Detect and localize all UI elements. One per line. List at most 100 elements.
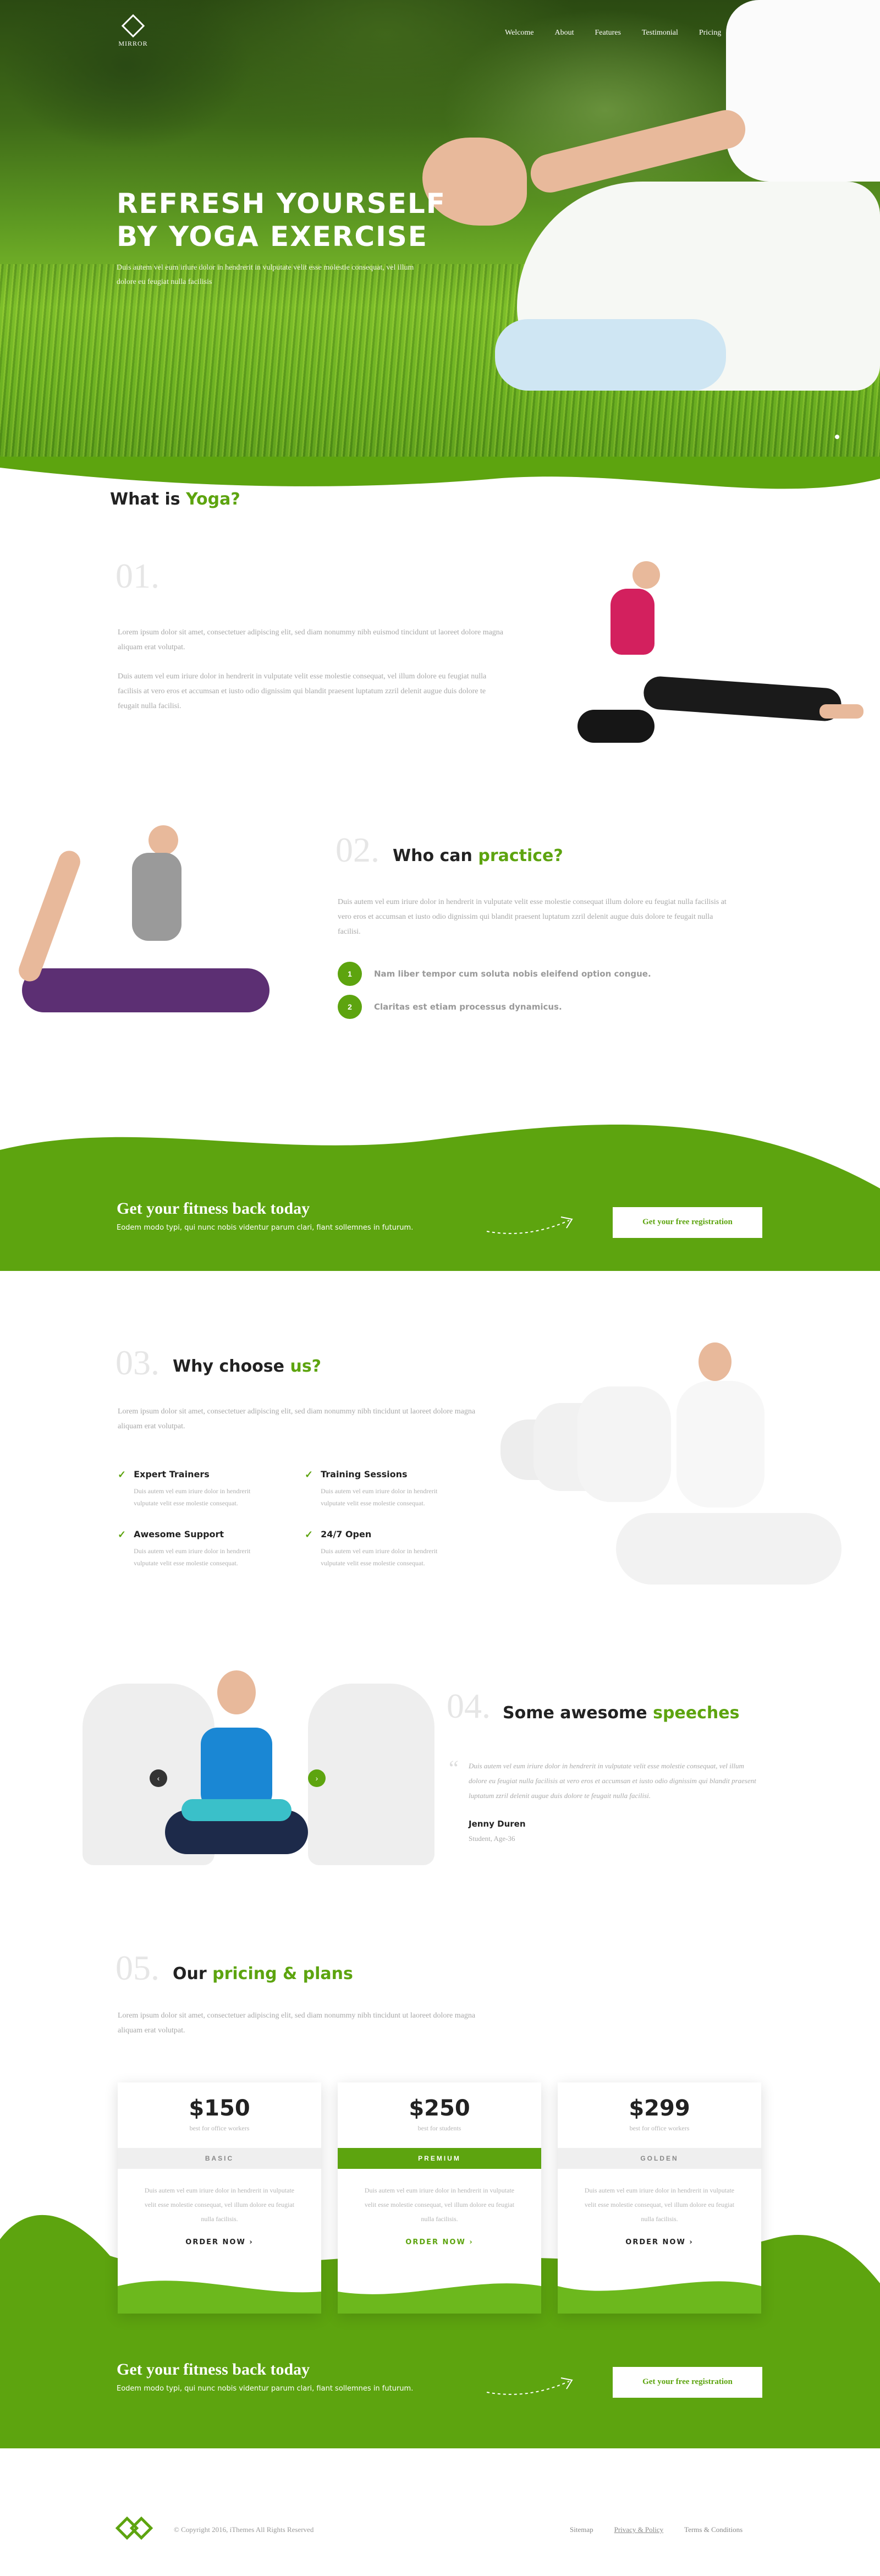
footer-link-sitemap[interactable]: Sitemap [570, 2525, 593, 2534]
slider-dot[interactable] [835, 435, 839, 439]
feature-title: 24/7 Open [321, 1529, 372, 1539]
section-04-number: 04. [447, 1686, 491, 1725]
cta-text: Eodem modo typi, qui nunc nobis videntur… [117, 1224, 414, 1232]
logo[interactable]: MIRROR [117, 14, 150, 51]
footer-link-privacy[interactable]: Privacy & Policy [614, 2525, 664, 2534]
testimonial-quote: Duis autem vel eum iriure dolor in hendr… [469, 1762, 756, 1800]
number-badge: 2 [338, 995, 362, 1019]
section-04-title: Some awesome speeches [503, 1703, 739, 1723]
check-icon: ✓ [305, 1469, 314, 1480]
feature-desc: Duis autem vel eum iriure dolor in hendr… [321, 1487, 438, 1507]
plan-price: $150 [189, 2096, 250, 2121]
hero-title-line2: BY YOGA EXERCISE [117, 221, 428, 253]
free-registration-button[interactable]: Get your free registration [613, 1207, 762, 1238]
quote-icon: “ [449, 1756, 459, 1780]
s3-title-accent: us? [290, 1357, 322, 1376]
s2-title-pre: Who can [393, 846, 479, 865]
nav-features[interactable]: Features [595, 29, 621, 37]
plan-subtitle: best for office workers [189, 2124, 250, 2132]
chevron-right-icon: › [469, 2238, 474, 2246]
pricing-card-basic: $150 best for office workers BASIC Duis … [118, 2082, 321, 2314]
feature-item: ✓ Awesome Support Duis autem vel eum iriu… [118, 1529, 305, 1569]
testimonial-name: Jenny Duren [469, 1819, 526, 1829]
pigeon-pose-image [15, 803, 275, 1034]
check-icon: ✓ [305, 1529, 314, 1540]
feature-desc: Duis autem vel eum iriure dolor in hendr… [134, 1487, 251, 1507]
section-05-text: Lorem ipsum dolor sit amet, consectetuer… [118, 2012, 476, 2035]
footer-logo-icon[interactable] [115, 2516, 163, 2540]
number-badge: 1 [338, 962, 362, 986]
nav-testimonial[interactable]: Testimonial [642, 29, 678, 37]
group-meditation-image [501, 1337, 853, 1601]
card-wave [558, 2281, 761, 2314]
s4-title-accent: speeches [653, 1703, 740, 1723]
cta-wave-1 [0, 1124, 880, 1271]
what-is-yoga-title: What is Yoga? [110, 490, 240, 509]
check-icon: ✓ [118, 1469, 127, 1480]
feature-title: Expert Trainers [134, 1469, 210, 1479]
feature-desc: Duis autem vel eum iriure dolor in hendr… [134, 1547, 251, 1567]
plan-subtitle: best for office workers [629, 2124, 690, 2132]
arrow-icon [486, 1216, 573, 1234]
what-title-accent: Yoga? [186, 490, 240, 509]
feature-item: ✓ Training Sessions Duis autem vel eum ir… [305, 1469, 492, 1509]
free-registration-button[interactable]: Get your free registration [613, 2367, 762, 2398]
section-03-text: Lorem ipsum dolor sit amet, consectetuer… [118, 1407, 476, 1430]
check-icon: ✓ [118, 1529, 127, 1540]
footer-links: Sitemap Privacy & Policy Terms & Conditi… [570, 2525, 743, 2534]
slider-next-button[interactable]: › [308, 1769, 326, 1787]
order-now-button[interactable]: ORDER NOW › [558, 2238, 761, 2246]
footer-copyright: © Copyright 2016, iThemes All Rights Res… [174, 2525, 314, 2534]
s5-title-pre: Our [173, 1964, 213, 1983]
hero-model-image [418, 0, 880, 495]
plan-subtitle: best for students [417, 2124, 461, 2132]
chevron-right-icon: › [249, 2238, 254, 2246]
testimonial-image [77, 1662, 440, 1882]
plan-desc: Duis autem vel eum iriure dolor in hendr… [144, 2186, 295, 2223]
plan-desc: Duis autem vel eum iriure dolor in hendr… [364, 2186, 515, 2223]
plan-desc: Duis autem vel eum iriure dolor in hendr… [584, 2186, 735, 2223]
practice-list: 1 Nam liber tempor cum soluta nobis elei… [338, 962, 651, 1019]
plan-price: $250 [409, 2096, 470, 2121]
nav-pricing[interactable]: Pricing [699, 29, 721, 37]
chevron-right-icon: › [689, 2238, 694, 2246]
s4-title-pre: Some awesome [503, 1703, 653, 1723]
cta-banner-2: Get your fitness back today Eodem modo t… [117, 2360, 413, 2393]
plan-price: $299 [629, 2096, 690, 2121]
feature-item: ✓ 24/7 Open Duis autem vel eum iriure dol… [305, 1529, 492, 1569]
nav-about[interactable]: About [555, 29, 574, 37]
section-05-number: 05. [116, 1948, 160, 1987]
card-wave [338, 2283, 541, 2314]
order-now-button[interactable]: ORDER NOW › [338, 2238, 541, 2246]
hero-title-line1: REFRESH YOURSELF [117, 188, 446, 220]
feature-title: Awesome Support [134, 1529, 224, 1539]
section-01-p1: Lorem ipsum dolor sit amet, consectetuer… [118, 628, 504, 651]
pricing-card-golden: $299 best for office workers GOLDEN Duis… [558, 2082, 761, 2314]
section-01-p2: Duis autem vel eum iriure dolor in hendr… [118, 672, 487, 710]
main-nav: Welcome About Features Testimonial Prici… [505, 29, 769, 37]
s3-title-pre: Why choose [173, 1357, 290, 1376]
hero-text: Duis autem vel eum iriure dolor in hendr… [117, 264, 414, 286]
backbend-pose-image [556, 556, 880, 759]
logo-diamond-icon [121, 14, 145, 38]
page: MIRROR Welcome About Features Testimonia… [0, 0, 880, 2576]
order-now-button[interactable]: ORDER NOW › [118, 2238, 321, 2246]
hero-title: REFRESH YOURSELF BY YOGA EXERCISE [117, 187, 446, 253]
arrow-icon [486, 2377, 573, 2395]
nav-welcome[interactable]: Welcome [505, 29, 534, 37]
plan-tier: PREMIUM [338, 2148, 541, 2169]
section-05-title: Our pricing & plans [173, 1964, 353, 1983]
testimonial-role: Student, Age-36 [469, 1834, 515, 1843]
feature-title: Training Sessions [321, 1469, 408, 1479]
cta-title: Get your fitness back today [117, 2360, 310, 2378]
cta-title: Get your fitness back today [117, 1199, 310, 1218]
plan-tier: GOLDEN [558, 2148, 761, 2169]
footer-link-terms[interactable]: Terms & Conditions [684, 2525, 743, 2534]
section-02-title: Who can practice? [393, 846, 563, 865]
practice-item-text: Claritas est etiam processus dynamicus. [374, 1002, 562, 1012]
section-01-number: 01. [116, 556, 160, 595]
practice-item-text: Nam liber tempor cum soluta nobis eleife… [374, 969, 651, 979]
slider-prev-button[interactable]: ‹ [150, 1769, 167, 1787]
footer: © Copyright 2016, iThemes All Rights Res… [0, 2448, 880, 2576]
practice-item: 1 Nam liber tempor cum soluta nobis elei… [338, 962, 651, 986]
